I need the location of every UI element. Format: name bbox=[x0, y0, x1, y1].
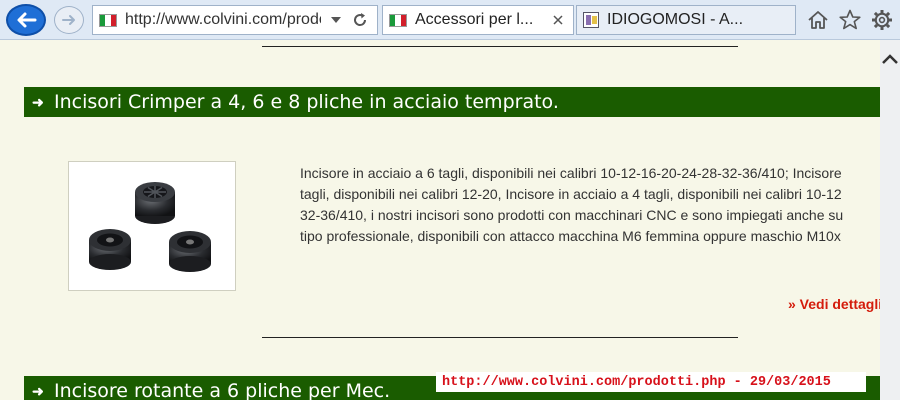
gear-icon bbox=[872, 10, 892, 30]
section-header: ➜ Incisori Crimper a 4, 6 e 8 pliche in … bbox=[24, 87, 880, 117]
refresh-button[interactable] bbox=[351, 11, 369, 29]
tab-favicon bbox=[583, 12, 599, 28]
description-line: Incisore in acciaio a 6 tagli, disponibi… bbox=[300, 165, 842, 181]
section-title: Incisore rotante a 6 pliche per Mec. bbox=[54, 380, 391, 400]
home-button[interactable] bbox=[806, 8, 830, 32]
arrow-right-icon bbox=[62, 15, 75, 25]
section-title: Incisori Crimper a 4, 6 e 8 pliche in ac… bbox=[54, 91, 559, 113]
tab-favicon bbox=[389, 13, 407, 27]
address-bar[interactable]: http://www.colvini.com/prodotti.php bbox=[92, 5, 378, 35]
description-line: 32-36/410, i nostri incisori sono prodot… bbox=[300, 207, 844, 223]
star-icon bbox=[839, 9, 861, 30]
home-icon bbox=[808, 11, 828, 29]
tab-title: IDIOGOMOSI - A... bbox=[607, 11, 744, 28]
arrow-left-icon bbox=[17, 12, 37, 28]
chevron-up-icon bbox=[882, 54, 898, 64]
settings-button[interactable] bbox=[870, 8, 894, 32]
address-dropdown-button[interactable] bbox=[329, 13, 343, 27]
arrow-right-icon: ➜ bbox=[32, 93, 44, 110]
scroll-up-button[interactable] bbox=[882, 52, 898, 66]
arrow-right-icon: ➜ bbox=[32, 382, 44, 399]
description-line: tagli, disponibili nei calibri 12-20, In… bbox=[300, 186, 842, 202]
vertical-scrollbar[interactable] bbox=[880, 40, 900, 400]
tab-title: Accessori per l... bbox=[415, 11, 534, 28]
description-line: tipo professionale, disponibili con atta… bbox=[300, 228, 841, 244]
crimper-heads-image bbox=[89, 182, 211, 272]
product-description: Incisore in acciaio a 6 tagli, disponibi… bbox=[300, 163, 880, 253]
tab-accessori[interactable]: Accessori per l... bbox=[382, 5, 574, 35]
browser-toolbar: http://www.colvini.com/prodotti.php Acce… bbox=[0, 0, 900, 40]
favorites-button[interactable] bbox=[838, 8, 862, 32]
forward-button[interactable] bbox=[54, 6, 84, 34]
archive-stamp: http://www.colvini.com/prodotti.php - 29… bbox=[436, 372, 866, 392]
details-link[interactable]: » Vedi dettagli bbox=[788, 296, 880, 312]
product-image[interactable] bbox=[68, 161, 236, 291]
close-icon bbox=[553, 15, 563, 25]
chevron-down-icon bbox=[331, 17, 341, 23]
address-input[interactable]: http://www.colvini.com/prodotti.php bbox=[125, 11, 321, 29]
tab-idiogomosi[interactable]: IDIOGOMOSI - A... bbox=[576, 5, 796, 35]
divider bbox=[262, 337, 738, 338]
close-tab-button[interactable] bbox=[553, 12, 567, 28]
back-button[interactable] bbox=[6, 4, 46, 36]
refresh-icon bbox=[354, 13, 367, 26]
site-favicon bbox=[99, 13, 117, 27]
divider bbox=[262, 46, 738, 47]
